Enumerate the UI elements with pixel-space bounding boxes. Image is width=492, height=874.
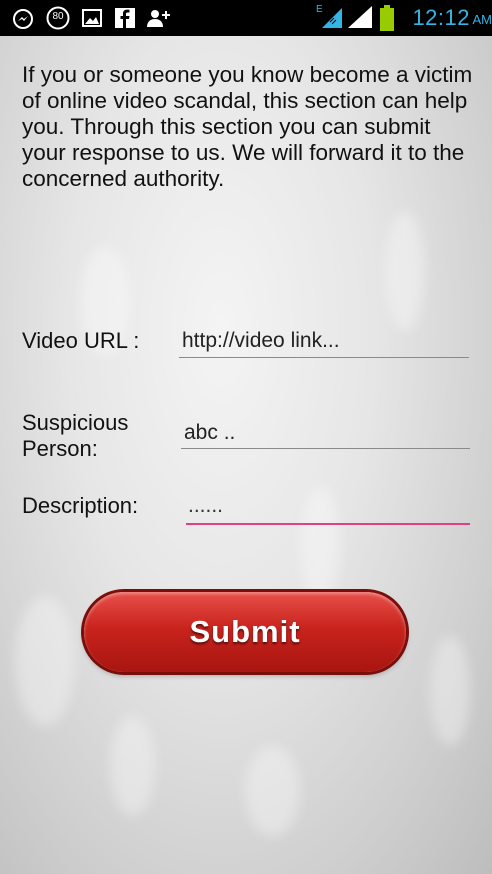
- gallery-icon: [82, 9, 102, 32]
- mobile-data-icon: E: [316, 4, 342, 33]
- background-bokeh: [15, 596, 75, 726]
- add-person-icon: [146, 8, 170, 33]
- clock-time: 12:12: [412, 5, 470, 30]
- suspicious-person-input[interactable]: abc ..: [184, 421, 235, 445]
- battery-icon: [380, 5, 394, 36]
- network-type: E: [316, 4, 323, 15]
- submit-button-label: Submit: [189, 614, 301, 649]
- video-url-underline: [179, 357, 469, 358]
- suspicious-person-underline: [181, 448, 470, 449]
- notification-count-icon: 80: [46, 6, 70, 35]
- facebook-icon: [115, 8, 135, 33]
- signal-icon: [346, 6, 372, 33]
- messenger-icon: [12, 8, 34, 35]
- background-bokeh: [110, 716, 155, 816]
- background-bokeh: [430, 636, 470, 746]
- report-form-screen: If you or someone you know become a vict…: [0, 36, 492, 874]
- background-bokeh: [245, 746, 300, 836]
- status-bar: 80 E 12:12 AM: [0, 0, 492, 36]
- background-bokeh: [300, 486, 340, 606]
- suspicious-person-label-line1: Suspicious: [22, 410, 129, 435]
- video-url-input[interactable]: http://video link...: [182, 329, 340, 353]
- intro-text: If you or someone you know become a vict…: [22, 62, 473, 191]
- clock-ampm: AM: [472, 12, 492, 27]
- background-bokeh: [385, 211, 425, 331]
- suspicious-person-label: Suspicious Person:: [22, 410, 128, 462]
- suspicious-person-label-line2: Person:: [22, 436, 98, 461]
- description-label: Description:: [22, 493, 139, 518]
- notification-count: 80: [52, 11, 64, 22]
- description-underline: [186, 523, 470, 525]
- submit-button[interactable]: Submit: [84, 592, 406, 672]
- video-url-label: Video URL :: [22, 328, 140, 353]
- description-input[interactable]: ......: [188, 494, 223, 518]
